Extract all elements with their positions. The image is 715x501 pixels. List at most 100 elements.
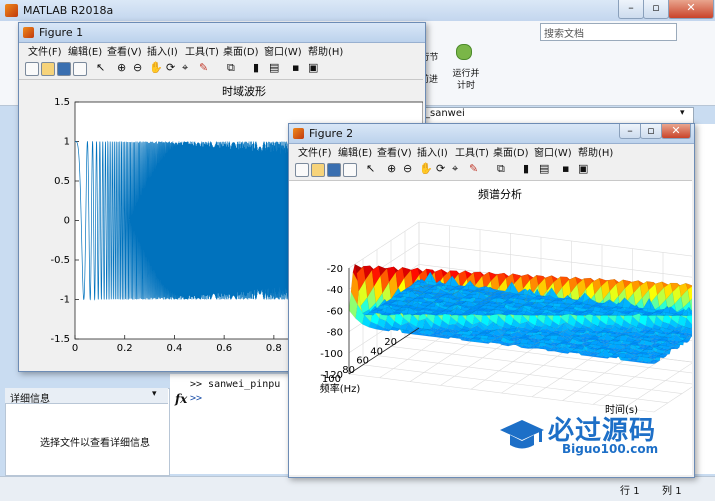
x-tick-label: 0.6 (216, 343, 232, 354)
menu-desktop[interactable]: 桌面(D) (493, 144, 529, 159)
x-tick-label: 0.4 (166, 343, 182, 354)
search-placeholder: 搜索文档 (544, 25, 584, 40)
command-prompt[interactable]: >> (190, 393, 202, 404)
freq-tick-label: 80 (342, 365, 355, 376)
figure-2-menubar: 文件(F) 编辑(E) 查看(V) 插入(I) 工具(T) 桌面(D) 窗口(W… (289, 144, 692, 160)
current-folder-text: _sanwei (425, 108, 465, 119)
y-tick-label: 1 (64, 137, 70, 148)
pointer-icon[interactable]: ↖ (366, 162, 375, 175)
maximize-button[interactable]: ▫ (643, 0, 669, 19)
menu-tools[interactable]: 工具(T) (455, 144, 489, 159)
open-icon[interactable] (41, 62, 55, 76)
print-icon[interactable] (343, 163, 357, 177)
chevron-down-icon[interactable]: ▾ (680, 108, 685, 118)
z-tick-label: -80 (327, 328, 343, 339)
x-tick-label: 0.2 (117, 343, 133, 354)
z-tick-label: -40 (327, 285, 343, 296)
menu-file[interactable]: 文件(F) (28, 43, 62, 58)
y-tick-label: 0 (64, 216, 70, 227)
data-cursor-icon[interactable]: ⌖ (452, 162, 458, 176)
zoom-out-icon[interactable]: ⊖ (403, 162, 412, 175)
save-icon[interactable] (327, 163, 341, 177)
menu-help[interactable]: 帮助(H) (308, 43, 343, 58)
legend-icon[interactable]: ▤ (269, 61, 279, 74)
figure-2-close-button[interactable]: ✕ (661, 124, 691, 139)
zoom-out-icon[interactable]: ⊖ (133, 61, 142, 74)
z-tick-label: -60 (327, 306, 343, 317)
show-plot-tools-icon[interactable]: ▣ (308, 61, 318, 74)
run-and-time-button[interactable]: 运行并 计时 (449, 68, 483, 92)
figure-2-titlebar[interactable]: Figure 2 – ▫ ✕ (289, 124, 694, 144)
colorbar-icon[interactable]: ▮ (523, 162, 529, 175)
y-tick-label: 1.5 (54, 97, 70, 108)
zoom-in-icon[interactable]: ⊕ (387, 162, 396, 175)
run-and-time-icon (456, 44, 472, 60)
pointer-icon[interactable]: ↖ (96, 61, 105, 74)
menu-insert[interactable]: 插入(I) (417, 144, 448, 159)
link-icon[interactable]: ⧉ (497, 162, 505, 176)
z-tick-label: -100 (320, 349, 343, 360)
freq-axis-label: 频率(Hz) (320, 382, 361, 395)
brush-icon[interactable]: ✎ (199, 61, 208, 74)
data-cursor-icon[interactable]: ⌖ (182, 61, 188, 75)
zoom-in-icon[interactable]: ⊕ (117, 61, 126, 74)
y-tick-label: 0.5 (54, 176, 70, 187)
x-tick-label: 0.8 (266, 343, 282, 354)
figure-2-toolbar: ↖ ⊕ ⊖ ✋ ⟳ ⌖ ✎ ⧉ ▮ ▤ ▪ ▣ (289, 160, 692, 181)
link-icon[interactable]: ⧉ (227, 61, 235, 75)
close-button[interactable]: ✕ (668, 0, 714, 19)
menu-view[interactable]: 查看(V) (107, 43, 142, 58)
status-col-label: 列 (662, 486, 672, 497)
figure-2-minimize-button[interactable]: – (619, 124, 641, 139)
figure-1-title: Figure 1 (39, 26, 83, 39)
command-history-line: >> sanwei_pinpu (190, 379, 280, 390)
open-icon[interactable] (311, 163, 325, 177)
menu-window[interactable]: 窗口(W) (534, 144, 572, 159)
minimize-button[interactable]: – (618, 0, 644, 19)
status-row: 行 1 (620, 482, 640, 497)
status-col-value: 1 (675, 486, 681, 497)
menu-desktop[interactable]: 桌面(D) (223, 43, 259, 58)
x-tick-label: 0 (72, 343, 78, 354)
figure-icon (23, 27, 34, 38)
freq-tick-label: 60 (356, 356, 369, 367)
status-row-value: 1 (633, 486, 639, 497)
figure-1-menubar: 文件(F) 编辑(E) 查看(V) 插入(I) 工具(T) 桌面(D) 窗口(W… (19, 43, 423, 59)
y-tick-label: -1 (60, 295, 70, 306)
status-bar (0, 476, 715, 501)
window-title: MATLAB R2018a (23, 4, 113, 17)
menu-tools[interactable]: 工具(T) (185, 43, 219, 58)
menu-file[interactable]: 文件(F) (298, 144, 332, 159)
y-tick-label: -1.5 (50, 334, 70, 345)
z-tick-label: -20 (327, 264, 343, 275)
hide-plot-tools-icon[interactable]: ▪ (562, 162, 569, 175)
graduation-cap-logo-icon (498, 414, 546, 452)
rotate-icon[interactable]: ⟳ (436, 162, 445, 175)
colorbar-icon[interactable]: ▮ (253, 61, 259, 74)
freq-tick-label: 40 (370, 346, 383, 357)
figure-1-titlebar[interactable]: Figure 1 (19, 23, 425, 43)
brush-icon[interactable]: ✎ (469, 162, 478, 175)
show-plot-tools-icon[interactable]: ▣ (578, 162, 588, 175)
save-icon[interactable] (57, 62, 71, 76)
new-figure-icon[interactable] (25, 62, 39, 76)
menu-edit[interactable]: 编辑(E) (338, 144, 372, 159)
menu-window[interactable]: 窗口(W) (264, 43, 302, 58)
menu-edit[interactable]: 编辑(E) (68, 43, 102, 58)
hide-plot-tools-icon[interactable]: ▪ (292, 61, 299, 74)
figure-2-maximize-button[interactable]: ▫ (640, 124, 662, 139)
menu-insert[interactable]: 插入(I) (147, 43, 178, 58)
y-tick-label: -0.5 (50, 255, 70, 266)
pan-icon[interactable]: ✋ (149, 61, 163, 74)
menu-view[interactable]: 查看(V) (377, 144, 412, 159)
rotate-icon[interactable]: ⟳ (166, 61, 175, 74)
print-icon[interactable] (73, 62, 87, 76)
figure-icon (293, 128, 304, 139)
new-figure-icon[interactable] (295, 163, 309, 177)
detail-collapse-icon[interactable]: ▾ (152, 389, 157, 399)
watermark-url: Biguo100.com (562, 442, 658, 456)
legend-icon[interactable]: ▤ (539, 162, 549, 175)
pan-icon[interactable]: ✋ (419, 162, 433, 175)
function-browser-icon[interactable]: fx (175, 392, 187, 406)
menu-help[interactable]: 帮助(H) (578, 144, 613, 159)
